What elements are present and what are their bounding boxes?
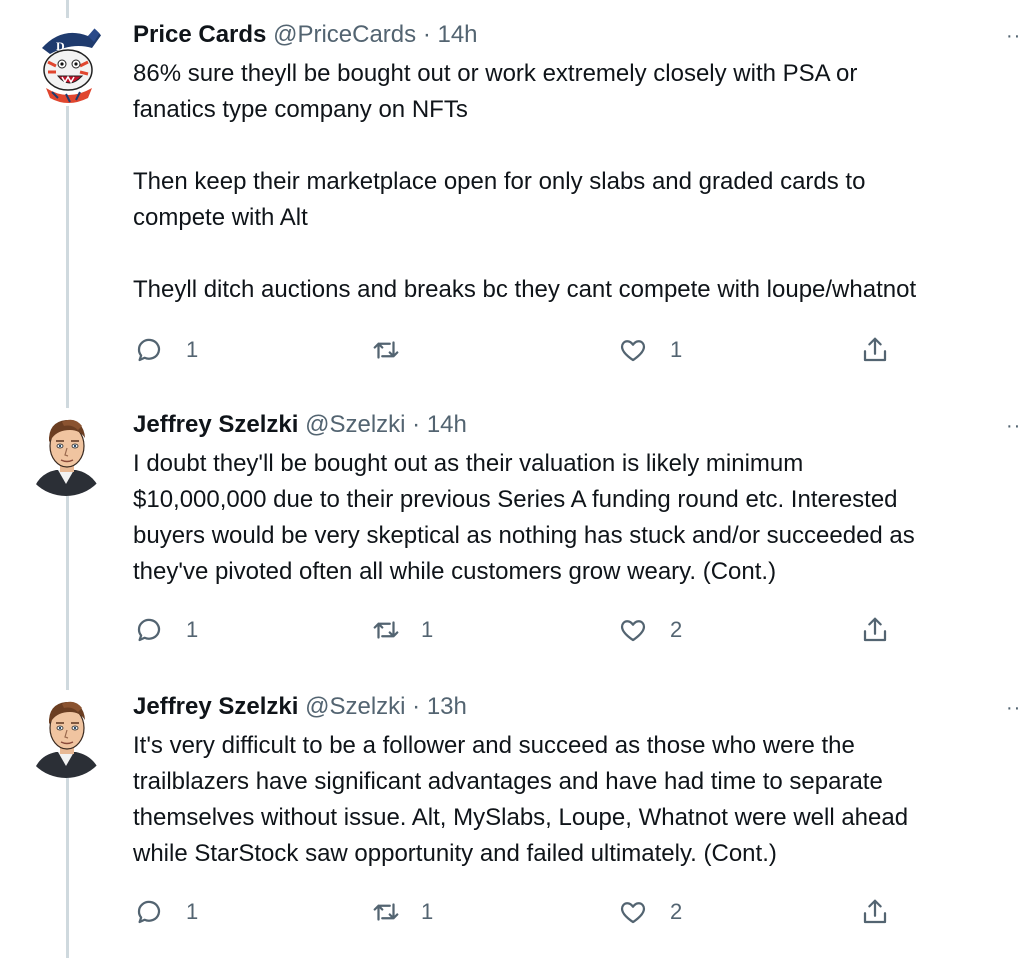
like-count: 2 (670, 899, 683, 924)
share-button[interactable] (860, 330, 890, 370)
timestamp[interactable]: 14h (427, 411, 467, 438)
avatar[interactable] (22, 690, 110, 778)
heart-icon (620, 340, 646, 362)
retweet-icon (373, 903, 399, 921)
author-handle[interactable]: @Szelzki (305, 411, 405, 438)
tweet-text: I doubt they'll be bought out as their v… (133, 446, 1024, 590)
retweet-icon (373, 341, 399, 359)
heart-icon (620, 620, 646, 642)
retweet-button[interactable]: 1 (371, 892, 433, 932)
tweet-text-line: Theyll ditch auctions and breaks bc they… (133, 276, 917, 303)
reply-icon (137, 900, 161, 924)
retweet-button[interactable]: 1 (371, 610, 433, 650)
reply-count: 1 (186, 617, 199, 642)
tweet-header: Jeffrey Szelzki @Szelzki · 13h (133, 690, 467, 724)
heart-icon (620, 902, 646, 924)
share-icon (863, 899, 887, 924)
avatar-tiger-mascot-image: D (22, 18, 110, 106)
timestamp[interactable]: 13h (427, 693, 467, 720)
avatar[interactable] (22, 408, 110, 496)
tweet-actions: 1 1 (0, 330, 1024, 370)
tweet-text-line: themselves without issue. Alt, MySlabs, … (133, 804, 909, 831)
tweet-text-line: trailblazers have significant advantages… (133, 768, 883, 795)
reply-button[interactable]: 1 (134, 610, 198, 650)
share-button[interactable] (860, 892, 890, 932)
avatar-cartoon-man-image (22, 690, 110, 778)
more-icon[interactable]: ·· (1006, 698, 1024, 718)
tweet-text-line: compete with Alt (133, 204, 308, 231)
tweet-text-blank-line (133, 128, 1024, 164)
retweet-icon (373, 621, 399, 639)
reply-count: 1 (186, 899, 199, 924)
like-count: 2 (670, 617, 683, 642)
share-icon (863, 617, 887, 642)
tweet-header: Jeffrey Szelzki @Szelzki · 14h (133, 408, 467, 442)
author-name[interactable]: Jeffrey Szelzki (133, 693, 298, 720)
tweet-text: It's very difficult to be a follower and… (133, 728, 1024, 872)
author-handle[interactable]: @Szelzki (305, 693, 405, 720)
share-icon (863, 337, 887, 362)
tweet-text-line: I doubt they'll be bought out as their v… (133, 450, 804, 477)
author-handle[interactable]: @PriceCards (273, 21, 416, 48)
like-button[interactable]: 2 (618, 892, 682, 932)
separator-dot: · (412, 693, 421, 720)
tweet-text-line: they've pivoted often all while customer… (133, 558, 777, 585)
reply-icon (137, 338, 161, 362)
tweet-actions: 1 1 2 (0, 610, 1024, 650)
timestamp[interactable]: 14h (437, 21, 477, 48)
tweet-text-line: It's very difficult to be a follower and… (133, 732, 855, 759)
tweet-header: Price Cards @PriceCards · 14h (133, 18, 478, 52)
tweet-text-line: fanatics type company on NFTs (133, 96, 468, 123)
like-button[interactable]: 2 (618, 610, 682, 650)
retweet-button[interactable] (371, 330, 421, 370)
retweet-count: 1 (421, 899, 434, 924)
tweet-text-line: $10,000,000 due to their previous Series… (133, 486, 898, 513)
more-icon[interactable]: ·· (1006, 26, 1024, 46)
like-count: 1 (670, 337, 683, 362)
tweet-text-blank-line (133, 236, 1024, 272)
separator-dot: · (422, 21, 431, 48)
avatar-cartoon-man-image (22, 408, 110, 496)
separator-dot: · (412, 411, 421, 438)
reply-button[interactable]: 1 (134, 330, 198, 370)
tweet-text-line: buyers would be very skeptical as nothin… (133, 522, 915, 549)
more-icon[interactable]: ·· (1006, 416, 1024, 436)
tweet-actions: 1 1 2 (0, 892, 1024, 932)
author-name[interactable]: Price Cards (133, 21, 266, 48)
author-name[interactable]: Jeffrey Szelzki (133, 411, 298, 438)
tweet-text: 86% sure theyll be bought out or work ex… (133, 56, 1024, 308)
avatar[interactable]: D (22, 18, 110, 106)
share-button[interactable] (860, 610, 890, 650)
tweet-text-line: while StarStock saw opportunity and fail… (133, 840, 777, 867)
like-button[interactable]: 1 (618, 330, 682, 370)
tweet-text-line: Then keep their marketplace open for onl… (133, 168, 866, 195)
reply-button[interactable]: 1 (134, 892, 198, 932)
reply-count: 1 (186, 337, 199, 362)
tweet-text-line: 86% sure theyll be bought out or work ex… (133, 60, 858, 87)
reply-icon (137, 618, 161, 642)
retweet-count: 1 (421, 617, 434, 642)
